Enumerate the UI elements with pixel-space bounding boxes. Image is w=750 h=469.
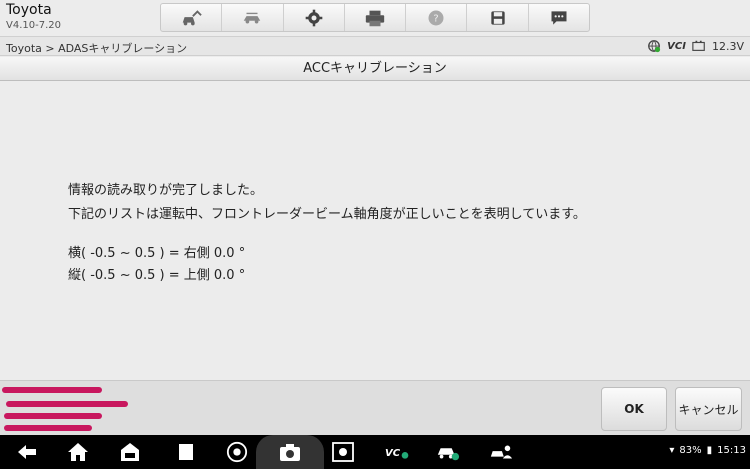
help-icon: ? [428, 10, 444, 25]
page-title: ACCキャリブレーション [303, 61, 447, 76]
message-area: 情報の読み取りが完了しました。 下記のリストは運転中、フロントレーダービーム軸角… [0, 82, 750, 380]
back-button[interactable] [12, 439, 42, 465]
message-line: 下記のリストは運転中、フロントレーダービーム軸角度が正しいことを表明しています。 [68, 207, 586, 222]
print-button[interactable] [345, 4, 407, 31]
vehicle-swap-button[interactable] [222, 4, 284, 31]
save-icon [490, 10, 505, 25]
car-person-icon [490, 445, 513, 459]
system-nav-bar: VC ▾ 83% ▮ 15:13 [0, 435, 750, 469]
svg-text:?: ? [434, 13, 439, 24]
car-home-button[interactable] [115, 439, 145, 465]
clock: 15:13 [717, 445, 746, 456]
chat-icon [551, 10, 567, 25]
help-button[interactable]: ? [406, 4, 468, 31]
action-bar: OK キャンセル [0, 380, 750, 435]
screenshot-button[interactable] [275, 439, 305, 465]
save-button[interactable] [467, 4, 529, 31]
display-button[interactable] [328, 439, 358, 465]
vci-bluetooth-icon: VC [385, 448, 409, 459]
brightness-icon [332, 442, 354, 462]
recent-apps-button[interactable] [171, 439, 201, 465]
status-icons: VCI 12.3V [647, 39, 744, 53]
remote-support-button[interactable] [486, 439, 516, 465]
home-button[interactable] [63, 439, 93, 465]
vehicle-check-button[interactable] [433, 439, 463, 465]
chrome-icon [226, 441, 248, 463]
gear-icon [305, 9, 323, 26]
recent-apps-icon [179, 444, 193, 460]
browser-button[interactable] [222, 439, 252, 465]
vehicle-swap-icon [244, 12, 261, 23]
breadcrumb-bar: Toyota > ADASキャリブレーション VCI 12.3V [0, 36, 750, 56]
vci-status: VCI [667, 40, 686, 52]
redacted-text [2, 387, 102, 393]
battery-level-icon: ▮ [706, 445, 713, 456]
back-arrow-icon [18, 445, 36, 459]
wifi-icon: ▾ [669, 445, 675, 456]
cancel-button[interactable]: キャンセル [675, 387, 742, 431]
voltage-readout: 12.3V [711, 39, 744, 53]
network-icon [648, 40, 661, 53]
breadcrumb: Toyota > ADASキャリブレーション [6, 42, 188, 55]
app-version: V4.10-7.20 [6, 20, 61, 31]
app-header: Toyota V4.10-7.20 ? [0, 0, 750, 36]
car-check-icon [437, 448, 460, 461]
redacted-text [6, 401, 128, 407]
battery-icon [692, 40, 705, 51]
printer-icon [365, 10, 385, 26]
vci-button[interactable]: VC [377, 439, 417, 465]
home-icon [68, 443, 88, 461]
vehicle-home-icon [182, 9, 202, 25]
system-status: ▾ 83% ▮ 15:13 [669, 445, 746, 456]
settings-button[interactable] [284, 4, 345, 31]
camera-icon [280, 444, 300, 461]
battery-percent: 83% [679, 445, 702, 456]
toolbar: ? [160, 3, 590, 32]
redacted-text [4, 425, 92, 431]
message-line: 情報の読み取りが完了しました。 [68, 183, 264, 198]
app-title: Toyota [6, 2, 52, 18]
car-home-icon [121, 443, 139, 461]
redacted-text [4, 413, 102, 419]
horizontal-angle-value: 横( -0.5 ~ 0.5 ) = 右側 0.0 ° [68, 246, 246, 261]
vertical-angle-value: 縦( -0.5 ~ 0.5 ) = 上側 0.0 ° [68, 268, 246, 283]
vehicle-home-button[interactable] [161, 4, 223, 31]
ok-button[interactable]: OK [601, 387, 667, 431]
chat-button[interactable] [529, 4, 589, 31]
page-title-bar: ACCキャリブレーション [0, 57, 750, 81]
svg-text:VC: VC [385, 448, 401, 459]
